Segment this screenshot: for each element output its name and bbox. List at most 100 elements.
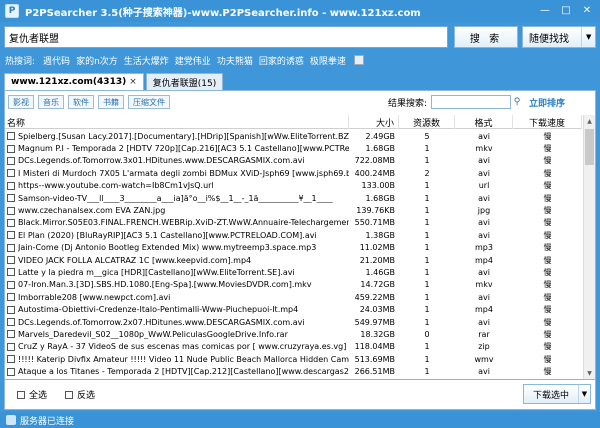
lock-icon[interactable] bbox=[353, 55, 364, 65]
scroll-down-icon[interactable]: ▼ bbox=[584, 367, 595, 379]
result-search-input[interactable] bbox=[431, 95, 512, 109]
row-checkbox[interactable] bbox=[7, 318, 15, 327]
column-header-name[interactable]: 名称 bbox=[5, 115, 349, 129]
column-header-files[interactable]: 资源数 bbox=[399, 115, 455, 129]
close-icon[interactable]: × bbox=[129, 77, 137, 87]
table-row[interactable]: Spielberg.[Susan Lacy.2017].[Documentary… bbox=[5, 130, 582, 142]
table-row[interactable]: VIDEO JACK FOLLA ALCATRAZ 1C [www.keepvi… bbox=[5, 254, 582, 266]
row-checkbox[interactable] bbox=[7, 305, 15, 314]
table-row[interactable]: Imborrable208 [www.newpct.com].avi 459.22… bbox=[5, 291, 582, 303]
table-row[interactable]: Magnum P.I - Temporada 2 [HDTV 720p][Cap… bbox=[5, 142, 582, 154]
filter-bar: 影视 音乐 软件 书籍 压缩文件 bbox=[8, 95, 174, 109]
search-input[interactable]: 复仇者联盟 bbox=[4, 26, 448, 48]
vertical-scrollbar[interactable]: ▲ ▼ bbox=[583, 115, 595, 379]
cell-files: 1 bbox=[424, 267, 430, 277]
row-checkbox[interactable] bbox=[7, 342, 15, 351]
invert-selection-label[interactable]: 反选 bbox=[77, 388, 95, 401]
random-search-button[interactable]: 随便找找 ▼ bbox=[522, 26, 596, 48]
row-checkbox[interactable] bbox=[7, 156, 15, 165]
cell-name: I Misteri di Murdoch 7X05 L'armata degli… bbox=[5, 167, 349, 179]
table-row[interactable]: Autostima-Obiettivi-Credenze-Italo-Penti… bbox=[5, 303, 582, 315]
table-row[interactable]: I Misteri di Murdoch 7X05 L'armata degli… bbox=[5, 167, 582, 179]
hot-item[interactable]: 家的n次方 bbox=[76, 54, 118, 67]
table-row[interactable]: Black.Mirror.S05E03.FINAL.FRENCH.WEBRip.… bbox=[5, 217, 582, 229]
row-checkbox[interactable] bbox=[7, 268, 15, 277]
scroll-thumb[interactable] bbox=[585, 129, 594, 165]
search-button[interactable]: 搜 索 bbox=[454, 26, 518, 48]
cell-name: Jain-Come (Dj Antonio Bootleg Extended M… bbox=[5, 242, 349, 254]
cell-speed: 慢 bbox=[543, 329, 552, 339]
table-row[interactable]: DCs.Legends.of.Tomorrow.2x07.HDitunes.ww… bbox=[5, 316, 582, 328]
hot-item[interactable]: 回家的诱惑 bbox=[259, 54, 304, 67]
table-row[interactable]: El Plan (2020) [BluRayRIP][AC3 5.1 Caste… bbox=[5, 229, 582, 241]
column-header-format[interactable]: 格式 bbox=[455, 115, 513, 129]
cell-name: !!!!! Katerip Divfix Amateur !!!!! Video… bbox=[5, 353, 349, 365]
chevron-down-icon[interactable]: ▼ bbox=[578, 385, 590, 403]
download-selected-button[interactable]: 下载选中 ▼ bbox=[523, 384, 591, 404]
tab-results-query[interactable]: 复仇者联盟(15) bbox=[145, 73, 224, 90]
table-row[interactable]: Marvels_Daredevil_S02__1080p_WwW.Pelicul… bbox=[5, 328, 582, 340]
hot-item[interactable]: 建党伟业 bbox=[175, 54, 211, 67]
row-checkbox[interactable] bbox=[7, 218, 15, 227]
tab-results-site[interactable]: www.121xz.com(4313) × bbox=[4, 73, 144, 90]
file-name: DCs.Legends.of.Tomorrow.3x01.HDitunes.ww… bbox=[18, 156, 305, 166]
maximize-icon[interactable]: □ bbox=[557, 3, 575, 18]
sort-now-link[interactable]: 立即排序 bbox=[529, 96, 565, 109]
file-name: !!!!! Katerip Divfix Amateur !!!!! Video… bbox=[18, 354, 349, 364]
app-logo-icon: P bbox=[5, 4, 19, 18]
minimize-icon[interactable]: — bbox=[536, 3, 554, 18]
table-row[interactable]: DCs.Legends.of.Tomorrow.3x01.HDitunes.ww… bbox=[5, 155, 582, 167]
select-all-label[interactable]: 全选 bbox=[29, 388, 47, 401]
file-name: Magnum P.I - Temporada 2 [HDTV 720p][Cap… bbox=[18, 144, 349, 154]
table-row[interactable]: !!!!! Katerip Divfix Amateur !!!!! Video… bbox=[5, 353, 582, 365]
row-checkbox[interactable] bbox=[7, 256, 15, 265]
filter-music-button[interactable]: 音乐 bbox=[38, 95, 64, 109]
tab-bar: www.121xz.com(4313) × 复仇者联盟(15) bbox=[4, 73, 225, 90]
chevron-down-icon[interactable]: ▼ bbox=[581, 27, 595, 47]
file-name: 07-Iron.Man.3.[3D].SBS.HD.1080.[Eng-Spa]… bbox=[18, 280, 312, 290]
cell-speed: 慢 bbox=[543, 354, 552, 364]
table-row[interactable]: CruZ y RayA - 37 VideoS de sus escenas m… bbox=[5, 341, 582, 353]
row-checkbox[interactable] bbox=[7, 231, 15, 240]
cell-format: rar bbox=[478, 329, 490, 339]
row-checkbox[interactable] bbox=[7, 194, 15, 203]
filter-books-button[interactable]: 书籍 bbox=[98, 95, 124, 109]
table-row[interactable]: Samson-video-TV___ll____3________a___ia]… bbox=[5, 192, 582, 204]
table-row[interactable]: Latte y la piedra m__gica [HDR][Castella… bbox=[5, 266, 582, 278]
cell-format: mp4 bbox=[475, 305, 493, 315]
hot-item[interactable]: 週代码 bbox=[43, 54, 70, 67]
search-icon[interactable]: ⚲ bbox=[511, 95, 523, 109]
column-header-speed[interactable]: 下载速度 bbox=[513, 115, 582, 129]
row-checkbox[interactable] bbox=[7, 330, 15, 339]
invert-selection-checkbox[interactable] bbox=[65, 390, 74, 399]
cell-name: Imborrable208 [www.newpct.com].avi bbox=[5, 291, 349, 303]
row-checkbox[interactable] bbox=[7, 181, 15, 190]
row-checkbox[interactable] bbox=[7, 367, 15, 376]
close-icon[interactable]: ✕ bbox=[578, 3, 596, 18]
row-checkbox[interactable] bbox=[7, 355, 15, 364]
scroll-up-icon[interactable]: ▲ bbox=[584, 115, 595, 127]
row-checkbox[interactable] bbox=[7, 293, 15, 302]
table-row[interactable]: 07-Iron.Man.3.[3D].SBS.HD.1080.[Eng-Spa]… bbox=[5, 279, 582, 291]
filter-video-button[interactable]: 影视 bbox=[8, 95, 34, 109]
hot-search-row: 热搜词: 週代码 家的n次方 生活大爆炸 建党伟业 功夫熊猫 回家的诱惑 极限拳… bbox=[5, 53, 364, 67]
table-row[interactable]: Ataque a los Titanes - Temporada 2 [HDTV… bbox=[5, 365, 582, 377]
select-all-checkbox[interactable] bbox=[17, 390, 25, 399]
table-row[interactable]: www.czechanalsex.com EVA ZAN.jpg 139.76KB… bbox=[5, 204, 582, 216]
row-checkbox[interactable] bbox=[7, 169, 15, 178]
table-row[interactable]: https--www.youtube.com-watch=Ib8Cm1vJsQ.… bbox=[5, 180, 582, 192]
hot-item[interactable]: 功夫熊猫 bbox=[217, 54, 253, 67]
column-header-size[interactable]: 大小 bbox=[349, 115, 399, 129]
filter-software-button[interactable]: 软件 bbox=[68, 95, 94, 109]
hot-item[interactable]: 生活大爆炸 bbox=[124, 54, 169, 67]
row-checkbox[interactable] bbox=[7, 144, 15, 153]
hot-item[interactable]: 极限拳速 bbox=[310, 54, 346, 67]
row-checkbox[interactable] bbox=[7, 280, 15, 289]
row-checkbox[interactable] bbox=[7, 206, 15, 215]
cell-format: avi bbox=[478, 230, 490, 240]
table-row[interactable]: Jain-Come (Dj Antonio Bootleg Extended M… bbox=[5, 242, 582, 254]
filter-archive-button[interactable]: 压缩文件 bbox=[128, 95, 170, 109]
row-checkbox[interactable] bbox=[7, 243, 15, 252]
row-checkbox[interactable] bbox=[7, 132, 15, 141]
cell-speed: 慢 bbox=[543, 168, 552, 178]
